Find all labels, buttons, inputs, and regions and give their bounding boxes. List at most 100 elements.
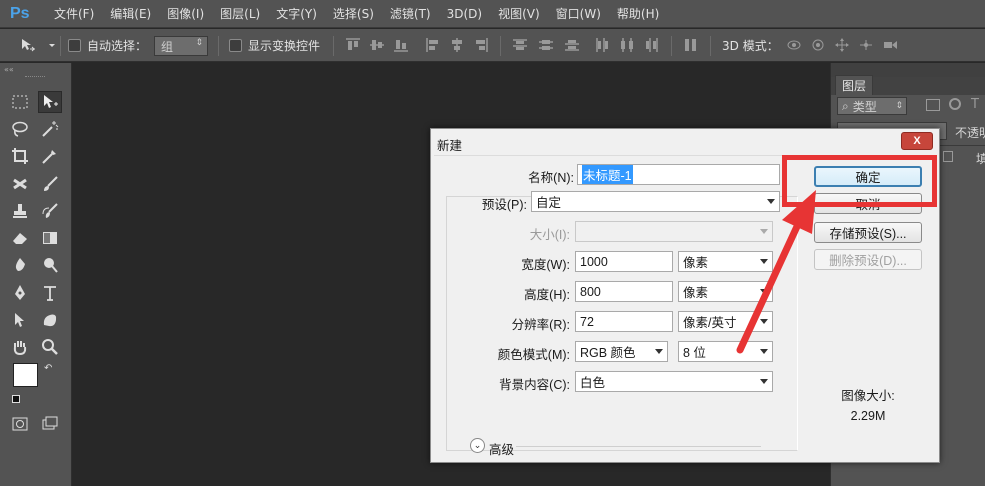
distribute-right-icon[interactable] xyxy=(644,38,660,52)
width-label: 宽度(W): xyxy=(521,258,570,272)
dodge-tool-icon[interactable] xyxy=(38,254,62,276)
menu-file[interactable]: 文件(F) xyxy=(46,5,102,22)
slide-3d-icon[interactable] xyxy=(858,38,874,52)
divider xyxy=(218,36,219,56)
quick-mask-icon[interactable] xyxy=(8,413,32,435)
resolution-value: 72 xyxy=(580,314,594,329)
roll-3d-icon[interactable] xyxy=(810,38,826,52)
distribute-top-icon[interactable] xyxy=(512,38,528,52)
layer-kind-filter-value: 类型 xyxy=(852,99,877,114)
auto-select-target-select[interactable]: 组 ⇕ xyxy=(154,36,208,56)
advanced-label[interactable]: 高级 xyxy=(489,439,514,458)
crop-tool-icon[interactable] xyxy=(8,145,32,167)
align-right-icon[interactable] xyxy=(473,38,489,52)
image-size-value: 2.29M xyxy=(850,409,886,423)
pen-tool-icon[interactable] xyxy=(8,282,32,304)
type-tool-icon[interactable] xyxy=(38,282,62,304)
align-left-icon[interactable] xyxy=(425,38,441,52)
background-content-label: 背景内容(C): xyxy=(499,378,570,392)
menu-edit[interactable]: 编辑(E) xyxy=(102,5,159,22)
name-input-value: 未标题-1 xyxy=(582,165,633,184)
eyedropper-tool-icon[interactable] xyxy=(38,145,62,167)
distribute-vertical-center-icon[interactable] xyxy=(538,38,554,52)
distribute-horizontal-center-icon[interactable] xyxy=(619,38,635,52)
lasso-tool-icon[interactable] xyxy=(8,118,32,140)
width-value: 1000 xyxy=(580,254,608,269)
rotate-3d-icon[interactable] xyxy=(786,38,802,52)
divider xyxy=(671,36,672,56)
screen-mode-icon[interactable] xyxy=(38,413,62,435)
menu-filter[interactable]: 滤镜(T) xyxy=(382,5,439,22)
align-bottom-icon[interactable] xyxy=(393,38,409,52)
marquee-tool-icon[interactable] xyxy=(8,91,32,113)
height-input[interactable]: 800 xyxy=(575,281,673,302)
pixel-layer-filter-icon[interactable] xyxy=(926,99,940,111)
color-mode-select[interactable]: RGB 颜色 xyxy=(575,341,668,362)
tab-layers[interactable]: 图层 xyxy=(835,75,874,95)
auto-select-checkbox[interactable] xyxy=(68,39,81,52)
history-brush-tool-icon[interactable] xyxy=(38,200,62,222)
collapse-panel-icon[interactable]: «« xyxy=(4,65,14,74)
scale-3d-icon[interactable] xyxy=(882,38,898,52)
default-colors-icon[interactable] xyxy=(12,395,20,403)
move-tool-icon[interactable] xyxy=(38,91,62,113)
annotation-arrow-icon xyxy=(736,190,816,354)
photoshop-logo: Ps xyxy=(10,4,30,22)
divider xyxy=(500,36,501,56)
close-button[interactable]: X xyxy=(901,132,933,150)
bit-depth-value: 8 位 xyxy=(683,346,706,360)
panel-grip[interactable] xyxy=(25,76,45,78)
align-vertical-center-icon[interactable] xyxy=(369,38,385,52)
pan-3d-icon[interactable] xyxy=(834,38,850,52)
show-transform-checkbox[interactable] xyxy=(229,39,242,52)
options-bar: 自动选择： 组 ⇕ 显示变换控件 3D 模式： xyxy=(0,29,985,62)
name-input[interactable]: 未标题-1 xyxy=(577,164,780,185)
magic-wand-tool-icon[interactable] xyxy=(38,118,62,140)
clone-stamp-tool-icon[interactable] xyxy=(8,200,32,222)
path-selection-tool-icon[interactable] xyxy=(8,309,32,331)
blur-tool-icon[interactable] xyxy=(8,254,32,276)
chevron-down-icon[interactable] xyxy=(44,38,55,52)
foreground-color-swatch[interactable] xyxy=(13,363,38,387)
color-mode-value: RGB 颜色 xyxy=(580,346,636,360)
brush-tool-icon[interactable] xyxy=(38,173,62,195)
align-top-icon[interactable] xyxy=(345,38,361,52)
menu-layer[interactable]: 图层(L) xyxy=(212,5,268,22)
gradient-tool-icon[interactable] xyxy=(38,227,62,249)
background-content-select[interactable]: 白色 xyxy=(575,371,773,392)
image-size-label: 图像大小: xyxy=(841,389,895,403)
menu-3d[interactable]: 3D(D) xyxy=(439,7,490,21)
type-layer-filter-icon[interactable]: T xyxy=(971,97,979,112)
lock-icon[interactable] xyxy=(943,151,953,162)
auto-select-option[interactable]: 自动选择： xyxy=(68,29,147,62)
size-label: 大小(I): xyxy=(529,228,570,242)
menu-view[interactable]: 视图(V) xyxy=(490,5,548,22)
move-tool-preset-icon[interactable] xyxy=(20,38,36,52)
align-horizontal-center-icon[interactable] xyxy=(449,38,465,52)
distribute-left-icon[interactable] xyxy=(594,38,610,52)
show-transform-option[interactable]: 显示变换控件 xyxy=(229,29,320,62)
custom-shape-tool-icon[interactable] xyxy=(38,309,62,331)
menu-select[interactable]: 选择(S) xyxy=(325,5,382,22)
search-icon: ⌕ xyxy=(842,98,849,113)
preset-label: 预设(P): xyxy=(481,198,527,212)
spot-healing-tool-icon[interactable] xyxy=(8,173,32,195)
divider xyxy=(333,36,334,56)
menu-type[interactable]: 文字(Y) xyxy=(268,5,325,22)
menu-window[interactable]: 窗口(W) xyxy=(548,5,609,22)
swap-colors-icon[interactable]: ↶ xyxy=(44,363,52,374)
menu-help[interactable]: 帮助(H) xyxy=(609,5,667,22)
layer-kind-filter-select[interactable]: ⌕ 类型 ⇕ xyxy=(837,97,907,115)
zoom-tool-icon[interactable] xyxy=(38,336,62,358)
adjustment-layer-filter-icon[interactable] xyxy=(949,98,961,110)
width-input[interactable]: 1000 xyxy=(575,251,673,272)
divider xyxy=(710,36,711,56)
resolution-input[interactable]: 72 xyxy=(575,311,673,332)
hand-tool-icon[interactable] xyxy=(8,336,32,358)
eraser-tool-icon[interactable] xyxy=(8,227,32,249)
advanced-expand-icon[interactable]: ⌄ xyxy=(470,438,485,453)
menu-image[interactable]: 图像(I) xyxy=(159,5,212,22)
menu-bar: Ps 文件(F) 编辑(E) 图像(I) 图层(L) 文字(Y) 选择(S) 滤… xyxy=(0,0,985,28)
distribute-bottom-icon[interactable] xyxy=(564,38,580,52)
auto-align-layers-icon[interactable] xyxy=(683,38,699,52)
